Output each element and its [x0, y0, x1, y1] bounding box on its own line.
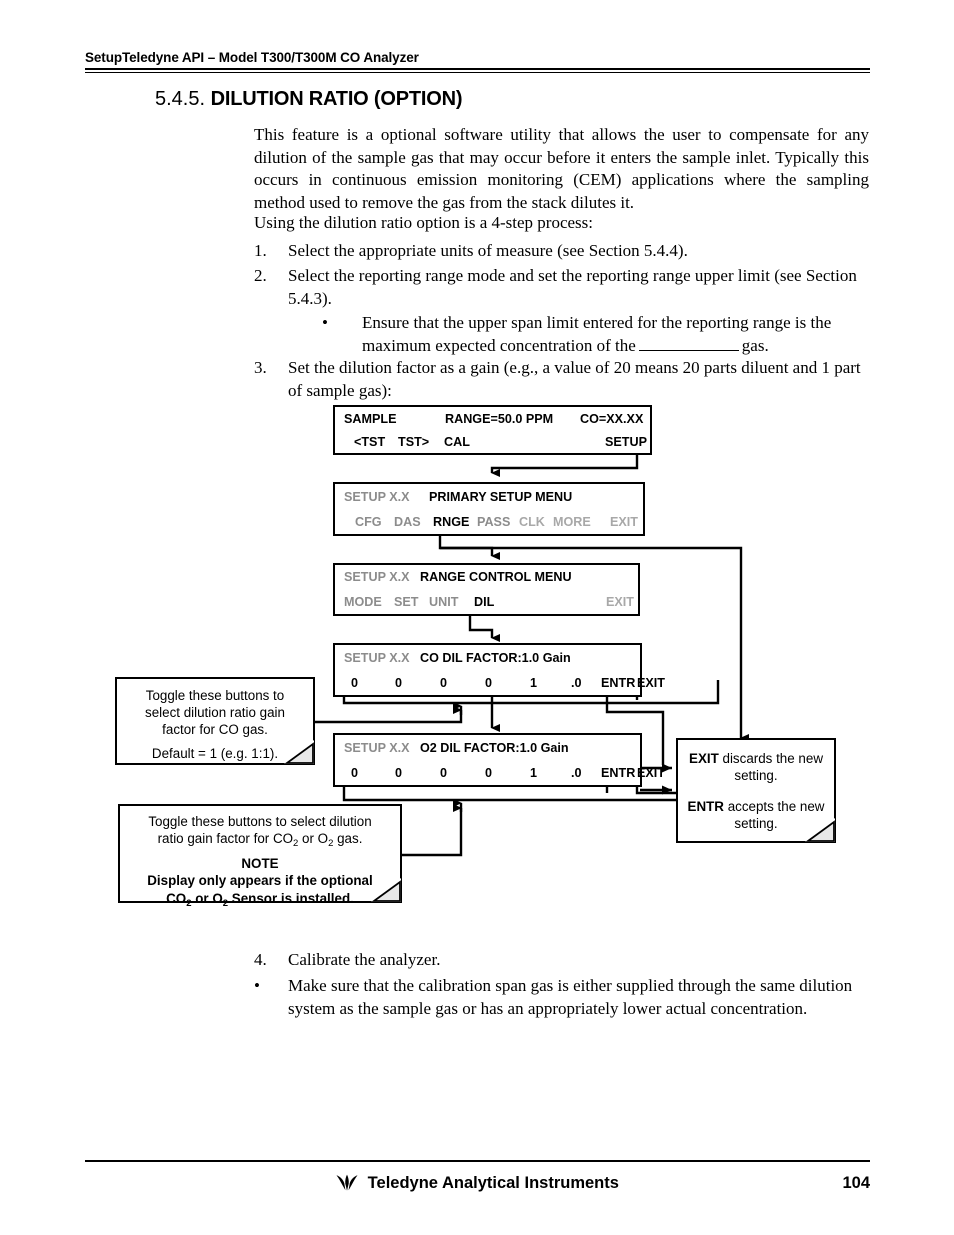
display-sample-row-bottom: <TST TST> CAL SETUP: [335, 430, 650, 453]
button-cfg[interactable]: CFG: [355, 515, 382, 529]
note-entr-desc: accepts the new setting.: [723, 799, 825, 832]
o2-dil-factor-title: O2 DIL FACTOR:1.0 Gain: [420, 740, 569, 755]
o2-digit-4[interactable]: 1: [530, 766, 537, 780]
button-exit-range[interactable]: EXIT: [606, 595, 634, 609]
note-co-line3: factor for CO gas.: [162, 722, 268, 738]
co-digit-3[interactable]: 0: [485, 676, 492, 690]
connector-note-co2-to-digits: [402, 804, 463, 857]
teledyne-logo-icon: [336, 1174, 358, 1196]
button-mode[interactable]: MODE: [344, 595, 382, 609]
note-exit-desc: discards the new setting.: [718, 751, 823, 784]
note-entr-keyword: ENTR: [687, 799, 724, 815]
display-mode-label: SAMPLE: [344, 411, 397, 426]
note-co2-line4-a: CO: [166, 890, 187, 906]
button-entr-co[interactable]: ENTR: [601, 676, 635, 690]
button-exit-primary[interactable]: EXIT: [610, 515, 638, 529]
note-co2-line2: ratio gain factor for CO2 or O2 gas.: [128, 830, 392, 850]
display-co-row-top: SETUP X.X CO DIL FACTOR:1.0 Gain: [335, 645, 640, 670]
display-primary-row-top: SETUP X.X PRIMARY SETUP MENU: [335, 484, 643, 509]
note-exit-line: EXIT discards the new setting.: [687, 750, 825, 784]
display-co-row-bottom: 0 0 0 0 1 .0 ENTR EXIT: [335, 670, 665, 695]
display-primary-setup-menu[interactable]: SETUP X.X PRIMARY SETUP MENU CFG DAS RNG…: [333, 482, 645, 536]
display-concentration-label: CO=XX.XX: [580, 411, 644, 426]
co-digit-5[interactable]: .0: [571, 676, 582, 690]
note-co2-line4-c: Sensor is installed.: [228, 890, 354, 906]
setup-version-label-co: SETUP X.X: [344, 650, 410, 665]
note-co2-sub-3: 2: [186, 897, 192, 909]
display-o2-row-top: SETUP X.X O2 DIL FACTOR:1.0 Gain: [335, 735, 640, 760]
co-digit-2[interactable]: 0: [440, 676, 447, 690]
note-co2-line2-c: gas.: [333, 831, 363, 847]
display-sample-row-top: SAMPLE RANGE=50.0 PPM CO=XX.XX: [335, 407, 650, 430]
setup-version-label-range: SETUP X.X: [344, 570, 410, 585]
note-exit-keyword: EXIT: [689, 751, 719, 766]
button-cal[interactable]: CAL: [444, 435, 470, 449]
note-co-line4: Default = 1 (e.g. 1:1).: [151, 746, 279, 762]
note-co2-line1: Toggle these buttons to select dilution: [148, 814, 372, 829]
button-pass[interactable]: PASS: [477, 515, 510, 529]
display-range-row-bottom: MODE SET UNIT DIL EXIT: [335, 590, 638, 615]
setup-version-label-o2: SETUP X.X: [344, 740, 410, 755]
button-more[interactable]: MORE: [553, 515, 591, 529]
button-tst-next[interactable]: TST>: [398, 435, 429, 449]
note-co2-line4-b: or O: [191, 890, 223, 906]
note-co2-line2-b: or O: [298, 831, 329, 847]
display-co-dil-factor[interactable]: SETUP X.X CO DIL FACTOR:1.0 Gain 0 0 0 0…: [333, 643, 665, 697]
callout-note-exit-entr: EXIT discards the new setting. ENTR acce…: [676, 738, 836, 843]
co-digit-0[interactable]: 0: [351, 676, 358, 690]
button-unit[interactable]: UNIT: [429, 595, 458, 609]
note-co2-sub-1: 2: [293, 838, 299, 850]
footer-company: Teledyne Analytical Instruments: [85, 1174, 870, 1196]
button-setup[interactable]: SETUP: [605, 435, 647, 449]
note-co2-line3: Display only appears if the optional: [147, 873, 373, 889]
button-set[interactable]: SET: [394, 595, 419, 609]
page-footer: Teledyne Analytical Instruments 104: [85, 1160, 870, 1198]
range-control-title: RANGE CONTROL MENU: [420, 570, 572, 585]
callout-note-co2-o2-toggle: Toggle these buttons to select dilution …: [118, 804, 402, 909]
button-exit-co[interactable]: EXIT: [637, 676, 665, 690]
button-entr-o2[interactable]: ENTR: [601, 766, 635, 780]
note-co-line2: select dilution ratio gain: [145, 705, 285, 721]
note-co-line1: Toggle these buttons to: [145, 688, 285, 703]
button-dil[interactable]: DIL: [474, 595, 494, 609]
note-co2-sub-2: 2: [328, 838, 334, 850]
display-o2-dil-factor[interactable]: SETUP X.X O2 DIL FACTOR:1.0 Gain 0 0 0 0…: [333, 733, 665, 787]
connector-note-co-to-digits: [313, 706, 463, 724]
co-digit-4[interactable]: 1: [530, 676, 537, 690]
o2-digit-1[interactable]: 0: [395, 766, 402, 780]
o2-digit-2[interactable]: 0: [440, 766, 447, 780]
note-label: NOTE: [241, 856, 279, 872]
footer-company-text: Teledyne Analytical Instruments: [367, 1174, 619, 1192]
button-rnge[interactable]: RNGE: [433, 515, 469, 529]
display-o2-row-bottom: 0 0 0 0 1 .0 ENTR EXIT: [335, 760, 665, 785]
display-range-control-menu[interactable]: SETUP X.X RANGE CONTROL MENU MODE SET UN…: [333, 563, 640, 616]
o2-digit-3[interactable]: 0: [485, 766, 492, 780]
flowchart-connectors: [313, 455, 749, 857]
display-primary-row-bottom: CFG DAS RNGE PASS CLK MORE EXIT: [335, 509, 643, 534]
footer-rule: [85, 1160, 870, 1162]
button-exit-o2[interactable]: EXIT: [637, 766, 665, 780]
connector-dil-to-co-dil: [468, 616, 500, 642]
note-co2-line2-a: ratio gain factor for CO: [157, 831, 294, 847]
menu-navigation-flowchart: SAMPLE RANGE=50.0 PPM CO=XX.XX <TST TST>…: [0, 0, 954, 1235]
display-sample-screen[interactable]: SAMPLE RANGE=50.0 PPM CO=XX.XX <TST TST>…: [333, 405, 652, 455]
co-digit-1[interactable]: 0: [395, 676, 402, 690]
display-range-label: RANGE=50.0 PPM: [445, 411, 554, 426]
note-entr-line: ENTR accepts the new setting.: [687, 798, 825, 832]
button-clk[interactable]: CLK: [519, 515, 545, 529]
callout-note-co-toggle: Toggle these buttons to select dilution …: [115, 677, 315, 765]
connector-setup-to-primary: [490, 455, 639, 477]
note-co2-line4: CO2 or O2 Sensor is installed.: [128, 890, 392, 909]
page-number: 104: [842, 1174, 870, 1192]
button-tst-prev[interactable]: <TST: [354, 435, 385, 449]
note-co2-sub-4: 2: [222, 897, 229, 909]
connector-rnge-to-range-control: [438, 536, 500, 560]
o2-digit-0[interactable]: 0: [351, 766, 358, 780]
co-dil-factor-title: CO DIL FACTOR:1.0 Gain: [420, 650, 571, 665]
display-range-row-top: SETUP X.X RANGE CONTROL MENU: [335, 565, 638, 590]
o2-digit-5[interactable]: .0: [571, 766, 582, 780]
primary-setup-title: PRIMARY SETUP MENU: [429, 489, 573, 504]
setup-version-label: SETUP X.X: [344, 489, 410, 504]
button-das[interactable]: DAS: [394, 515, 421, 529]
